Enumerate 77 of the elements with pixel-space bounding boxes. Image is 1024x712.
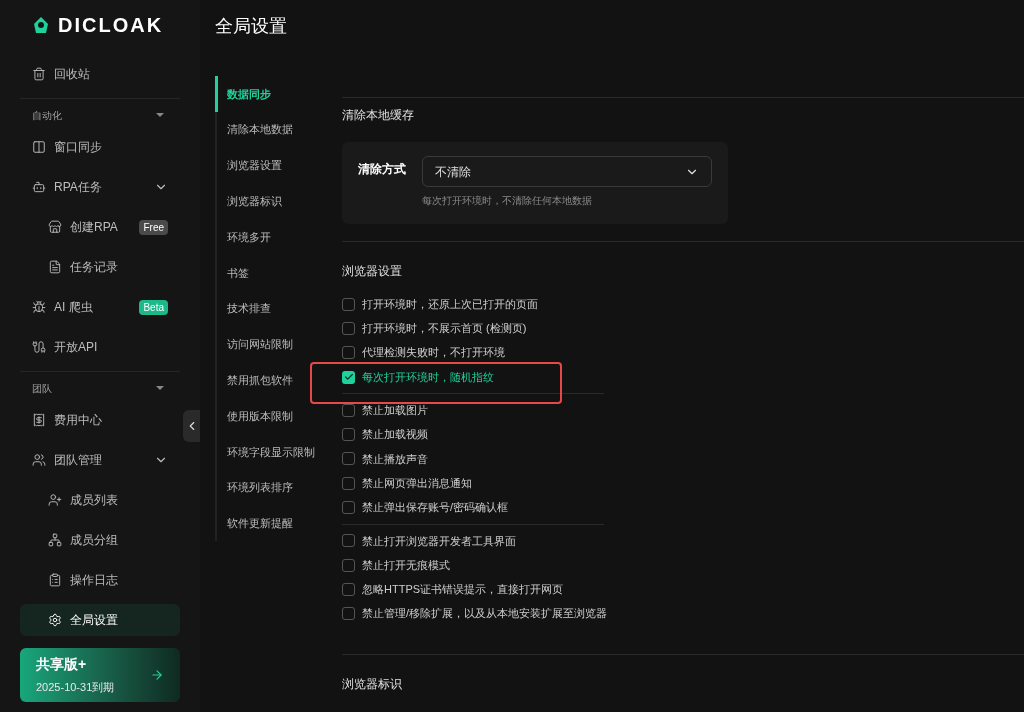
subnav-item[interactable]: 环境列表排序 bbox=[215, 469, 328, 506]
nav-label: AI 爬虫 bbox=[54, 299, 94, 316]
nav-label: RPA任务 bbox=[54, 179, 103, 196]
nav-item[interactable]: 全局设置 bbox=[20, 604, 180, 636]
checkbox-label: 禁止弹出保存账号/密码确认框 bbox=[362, 500, 509, 516]
nav-item[interactable]: 回收站 bbox=[20, 58, 180, 90]
nav-item[interactable]: 团队管理 bbox=[20, 444, 180, 476]
checkbox-option[interactable]: 禁止打开无痕模式 bbox=[342, 556, 450, 574]
nav-item[interactable]: 操作日志 bbox=[20, 564, 180, 596]
checkbox-label: 禁止打开浏览器开发者工具界面 bbox=[362, 533, 516, 549]
nav-label: 创建RPA bbox=[70, 219, 119, 236]
nav-label: 操作日志 bbox=[70, 572, 119, 589]
nav-label: 回收站 bbox=[54, 66, 91, 83]
nav-item[interactable]: AI 爬虫 Beta bbox=[20, 291, 180, 323]
section-title: 清除本地缓存 bbox=[342, 107, 415, 122]
nav-item[interactable]: 成员分组 bbox=[20, 524, 180, 556]
checkbox-label: 禁止加载图片 bbox=[362, 403, 428, 419]
nav-item[interactable]: 费用中心 bbox=[20, 404, 180, 436]
checkbox-option[interactable]: 打开环境时，还原上次已打开的页面 bbox=[342, 295, 538, 313]
subnav-item[interactable]: 清除本地数据 bbox=[215, 111, 328, 148]
checkbox-label: 打开环境时，不展示首页 (检测页) bbox=[362, 321, 527, 337]
plan-name: 共享版+ bbox=[36, 655, 88, 675]
nav-item[interactable]: 任务记录 bbox=[20, 251, 180, 283]
subnav-item[interactable]: 软件更新提醒 bbox=[215, 505, 328, 542]
field-hint: 每次打开环境时，不清除任何本地数据 bbox=[422, 194, 593, 208]
checkbox-option[interactable]: 禁止加载图片 bbox=[342, 402, 428, 419]
subnav-item[interactable]: 数据同步 bbox=[215, 76, 328, 112]
checkbox-label: 每次打开环境时，随机指纹 bbox=[362, 369, 494, 385]
plan-expiry: 2025-10-31到期 bbox=[36, 680, 116, 696]
select-field[interactable]: 不清除 bbox=[422, 156, 712, 187]
badge: Free bbox=[139, 219, 168, 235]
plan-card[interactable]: 共享版+ 2025-10-31到期 bbox=[20, 648, 180, 702]
checkbox-option[interactable]: 每次打开环境时，随机指纹 bbox=[342, 368, 494, 386]
nav-label: 任务记录 bbox=[70, 259, 119, 276]
checkbox-option[interactable]: 禁止弹出保存账号/密码确认框 bbox=[342, 499, 509, 516]
checkbox-option[interactable]: 打开环境时，不展示首页 (检测页) bbox=[342, 320, 527, 337]
checkbox-label: 禁止播放声音 bbox=[362, 451, 428, 467]
nav-item[interactable]: 开放API bbox=[20, 331, 180, 363]
badge: Beta bbox=[139, 299, 168, 315]
nav-label: 窗口同步 bbox=[54, 139, 103, 156]
checkbox-option[interactable]: 禁止打开浏览器开发者工具界面 bbox=[342, 532, 516, 550]
section-title: 浏览器设置 bbox=[342, 263, 403, 278]
section-header: 自动化 bbox=[32, 108, 62, 123]
nav-label: 团队管理 bbox=[54, 452, 103, 469]
checkbox-label: 禁止网页弹出消息通知 bbox=[362, 475, 472, 491]
field-label: 清除方式 bbox=[358, 161, 406, 178]
checkbox-option[interactable]: 禁止网页弹出消息通知 bbox=[342, 474, 472, 492]
brand-name: DICLOAK bbox=[58, 13, 164, 38]
subnav-item[interactable]: 禁用抓包软件 bbox=[215, 362, 328, 399]
nav-label: 成员列表 bbox=[70, 492, 119, 509]
select-value: 不清除 bbox=[435, 163, 472, 181]
nav-item[interactable]: 窗口同步 bbox=[20, 131, 180, 163]
nav-label: 全局设置 bbox=[70, 612, 119, 629]
subnav-item[interactable]: 书签 bbox=[215, 255, 328, 291]
checkbox-label: 禁止打开无痕模式 bbox=[362, 557, 450, 573]
checkbox-label: 代理检测失败时，不打开环境 bbox=[362, 345, 505, 361]
checkbox-option[interactable]: 禁止播放声音 bbox=[342, 450, 428, 468]
nav-item[interactable]: 成员列表 bbox=[20, 484, 180, 516]
page-title: 全局设置 bbox=[214, 14, 288, 38]
subnav-item[interactable]: 使用版本限制 bbox=[215, 398, 328, 434]
nav-item[interactable]: RPA任务 bbox=[20, 171, 180, 203]
checkbox-label: 禁止加载视频 bbox=[362, 427, 428, 443]
subnav-item[interactable]: 浏览器标识 bbox=[215, 183, 328, 220]
checkbox-option[interactable]: 代理检测失败时，不打开环境 bbox=[342, 344, 505, 361]
nav-label: 费用中心 bbox=[54, 412, 103, 429]
checkbox-label: 打开环境时，还原上次已打开的页面 bbox=[362, 296, 538, 312]
checkbox-option[interactable]: 禁止加载视频 bbox=[342, 426, 428, 443]
section-title: 浏览器标识 bbox=[342, 675, 403, 693]
nav-item[interactable]: 创建RPA Free bbox=[20, 211, 180, 243]
nav-label: 开放API bbox=[54, 339, 99, 356]
subnav-item[interactable]: 浏览器设置 bbox=[215, 147, 328, 184]
subnav-item[interactable]: 环境字段显示限制 bbox=[215, 433, 328, 470]
section-header: 团队 bbox=[32, 381, 52, 396]
subnav-item[interactable]: 环境多开 bbox=[215, 219, 328, 255]
subnav-item[interactable]: 技术排查 bbox=[215, 290, 328, 327]
subnav-item[interactable]: 访问网站限制 bbox=[215, 326, 328, 363]
nav-label: 成员分组 bbox=[70, 532, 119, 549]
